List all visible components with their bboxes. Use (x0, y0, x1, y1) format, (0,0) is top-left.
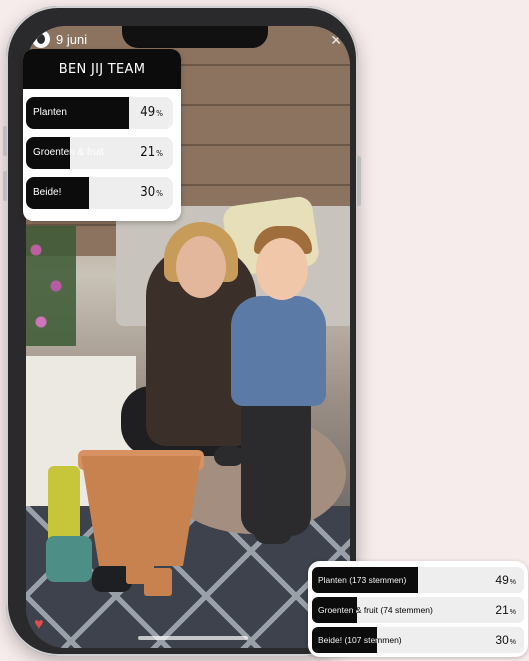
heart-icon[interactable]: ♥ (34, 616, 44, 634)
poll-option-label: Planten (33, 107, 67, 118)
child-face (256, 238, 308, 300)
plant-food-bottle (48, 466, 80, 546)
terracotta-pot (81, 456, 201, 566)
flowering-plant (26, 226, 76, 346)
result-row: Planten (173 stemmen) 49% (312, 567, 524, 593)
poll-option-label: Beide! (33, 187, 62, 198)
result-row: Groenten & fruit (74 stemmen) 21% (312, 597, 524, 623)
woman-face (176, 236, 226, 298)
poll-option-label: Groenten & fruit (33, 147, 104, 158)
result-label: Planten (173 stemmen) (318, 575, 407, 585)
result-row: Beide! (107 stemmen) 30% (312, 627, 524, 653)
close-icon[interactable]: ✕ (330, 32, 342, 49)
phone-notch (122, 26, 268, 48)
poll-title: BEN JIJ TEAM (23, 49, 181, 89)
profile-avatar-icon[interactable] (32, 30, 50, 48)
volume-up-button (3, 126, 7, 156)
shoe (254, 516, 292, 544)
child-jacket (231, 296, 326, 406)
poll-option[interactable]: Groenten & fruit 21% (26, 137, 173, 169)
poll-option[interactable]: Beide! 30% (26, 177, 173, 209)
small-pot (144, 568, 172, 596)
poll-option-percent: 21% (140, 145, 163, 160)
result-label: Beide! (107 stemmen) (318, 635, 402, 645)
poll-sticker: BEN JIJ TEAM Planten 49% Groenten & frui… (23, 49, 181, 221)
story-header: 9 juni (32, 30, 87, 48)
result-percent: 30% (495, 633, 516, 647)
power-button (357, 156, 361, 206)
volume-down-button (3, 171, 7, 201)
result-percent: 21% (495, 603, 516, 617)
poll-option-percent: 49% (140, 105, 163, 120)
child-legs (241, 386, 311, 536)
story-date: 9 juni (56, 31, 88, 47)
watering-can (46, 536, 92, 582)
poll-results-card: Planten (173 stemmen) 49% Groenten & fru… (308, 561, 528, 657)
poll-option-percent: 30% (140, 185, 163, 200)
result-percent: 49% (495, 573, 516, 587)
shoe (214, 446, 244, 466)
result-label: Groenten & fruit (74 stemmen) (318, 605, 433, 615)
poll-option[interactable]: Planten 49% (26, 97, 173, 129)
home-indicator (138, 636, 248, 640)
